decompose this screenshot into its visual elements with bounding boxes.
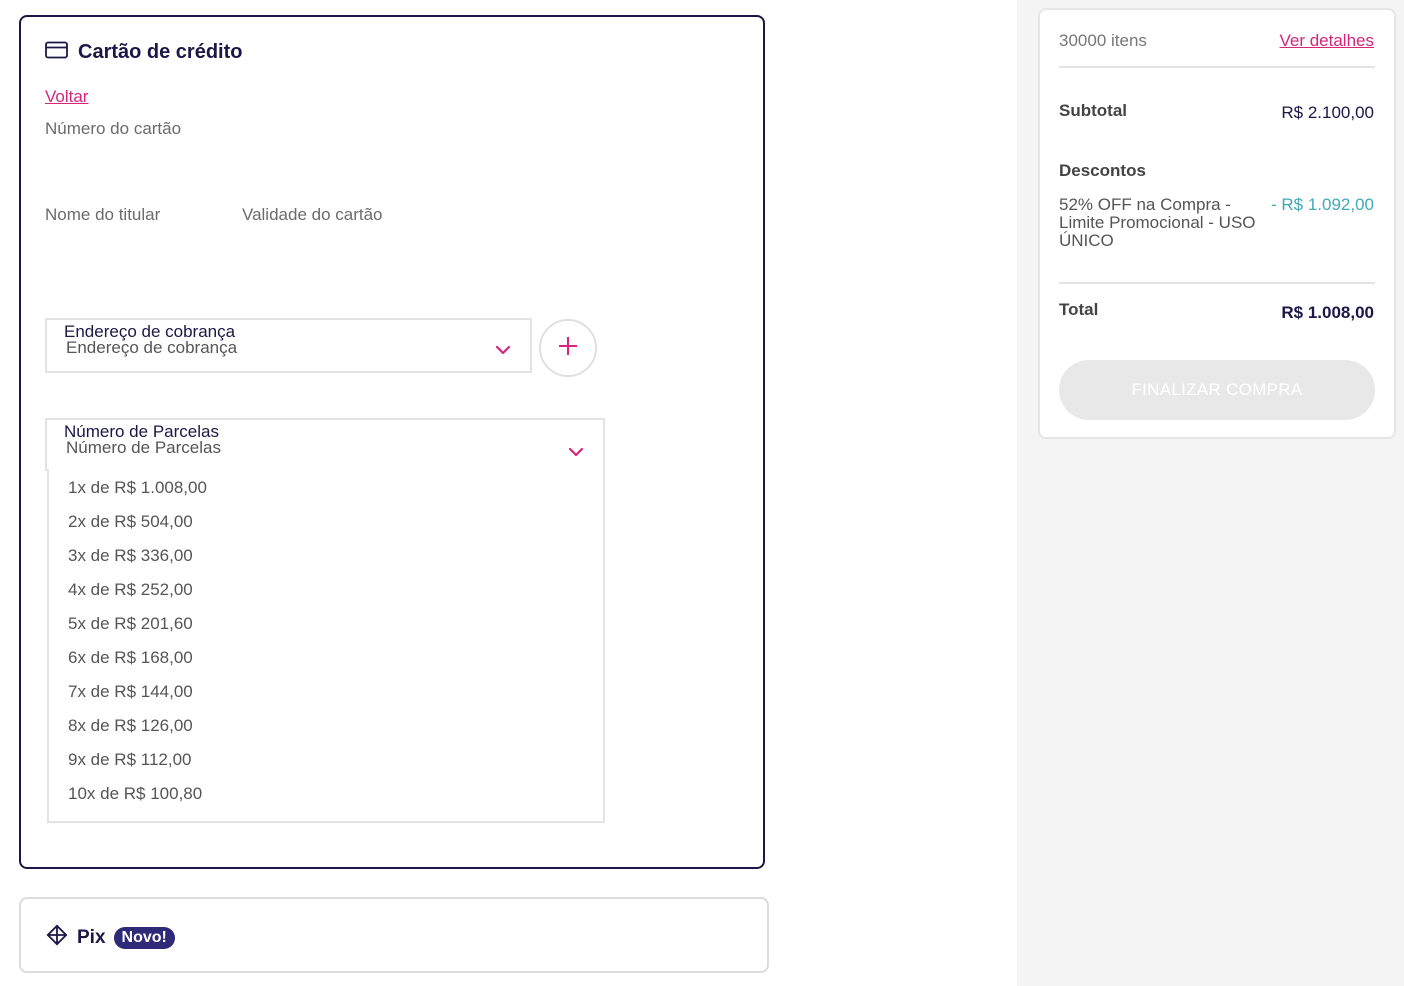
- installment-option[interactable]: 3x de R$ 336,00: [68, 546, 193, 566]
- installment-option[interactable]: 10x de R$ 100,80: [68, 784, 202, 804]
- installments-value: Número de Parcelas: [66, 438, 221, 457]
- pix-header: Pix Novo!: [45, 923, 175, 952]
- card-number-field[interactable]: Número do cartão: [45, 119, 181, 139]
- discounts-label: Descontos: [1059, 161, 1146, 180]
- divider: [1059, 66, 1375, 68]
- card-expiry-field[interactable]: Validade do cartão: [242, 205, 383, 225]
- new-badge: Novo!: [113, 926, 175, 949]
- chevron-down-icon: [568, 444, 584, 462]
- credit-card-header: Cartão de crédito: [45, 41, 242, 64]
- total-value: R$ 1.008,00: [1281, 303, 1374, 322]
- divider: [1059, 282, 1375, 284]
- total-label: Total: [1059, 300, 1099, 319]
- credit-card-title: Cartão de crédito: [78, 41, 243, 63]
- subtotal-value: R$ 2.100,00: [1281, 103, 1374, 122]
- items-count: 30000 itens: [1059, 31, 1147, 50]
- finalize-purchase-button[interactable]: FINALIZAR COMPRA: [1059, 360, 1375, 420]
- billing-address-value: Endereço de cobrança: [66, 338, 238, 357]
- installment-option[interactable]: 1x de R$ 1.008,00: [68, 478, 207, 498]
- order-summary: 30000 itens Ver detalhes Subtotal R$ 2.1…: [1038, 8, 1396, 439]
- chevron-down-icon: [495, 342, 511, 360]
- installment-option[interactable]: 5x de R$ 201,60: [68, 614, 193, 634]
- installment-option[interactable]: 8x de R$ 126,00: [68, 716, 193, 736]
- pix-payment-option[interactable]: Pix Novo!: [19, 897, 769, 973]
- installment-option[interactable]: 7x de R$ 144,00: [68, 682, 193, 702]
- back-link[interactable]: Voltar: [45, 87, 88, 107]
- holder-name-field[interactable]: Nome do titular: [45, 205, 160, 225]
- pix-title: Pix: [77, 926, 106, 948]
- pix-icon: [45, 923, 69, 952]
- installment-option[interactable]: 4x de R$ 252,00: [68, 580, 193, 600]
- billing-address-select[interactable]: Endereço de cobrança Endereço de cobranç…: [45, 318, 532, 373]
- credit-card-icon: [45, 41, 68, 64]
- subtotal-label: Subtotal: [1059, 101, 1127, 120]
- installments-select[interactable]: Número de Parcelas Número de Parcelas: [45, 418, 605, 471]
- plus-icon: [557, 335, 579, 362]
- installment-option[interactable]: 2x de R$ 504,00: [68, 512, 193, 532]
- installments-dropdown: 1x de R$ 1.008,00 2x de R$ 504,00 3x de …: [47, 469, 605, 823]
- discount-value: - R$ 1.092,00: [1270, 195, 1374, 214]
- installment-option[interactable]: 6x de R$ 168,00: [68, 648, 193, 668]
- add-address-button[interactable]: [539, 319, 597, 377]
- details-link[interactable]: Ver detalhes: [1279, 31, 1374, 51]
- credit-card-panel: Cartão de crédito Voltar Número do cartã…: [19, 15, 765, 869]
- discount-description: 52% OFF na Compra - Limite Promocional -…: [1059, 195, 1256, 250]
- installment-option[interactable]: 9x de R$ 112,00: [68, 750, 192, 770]
